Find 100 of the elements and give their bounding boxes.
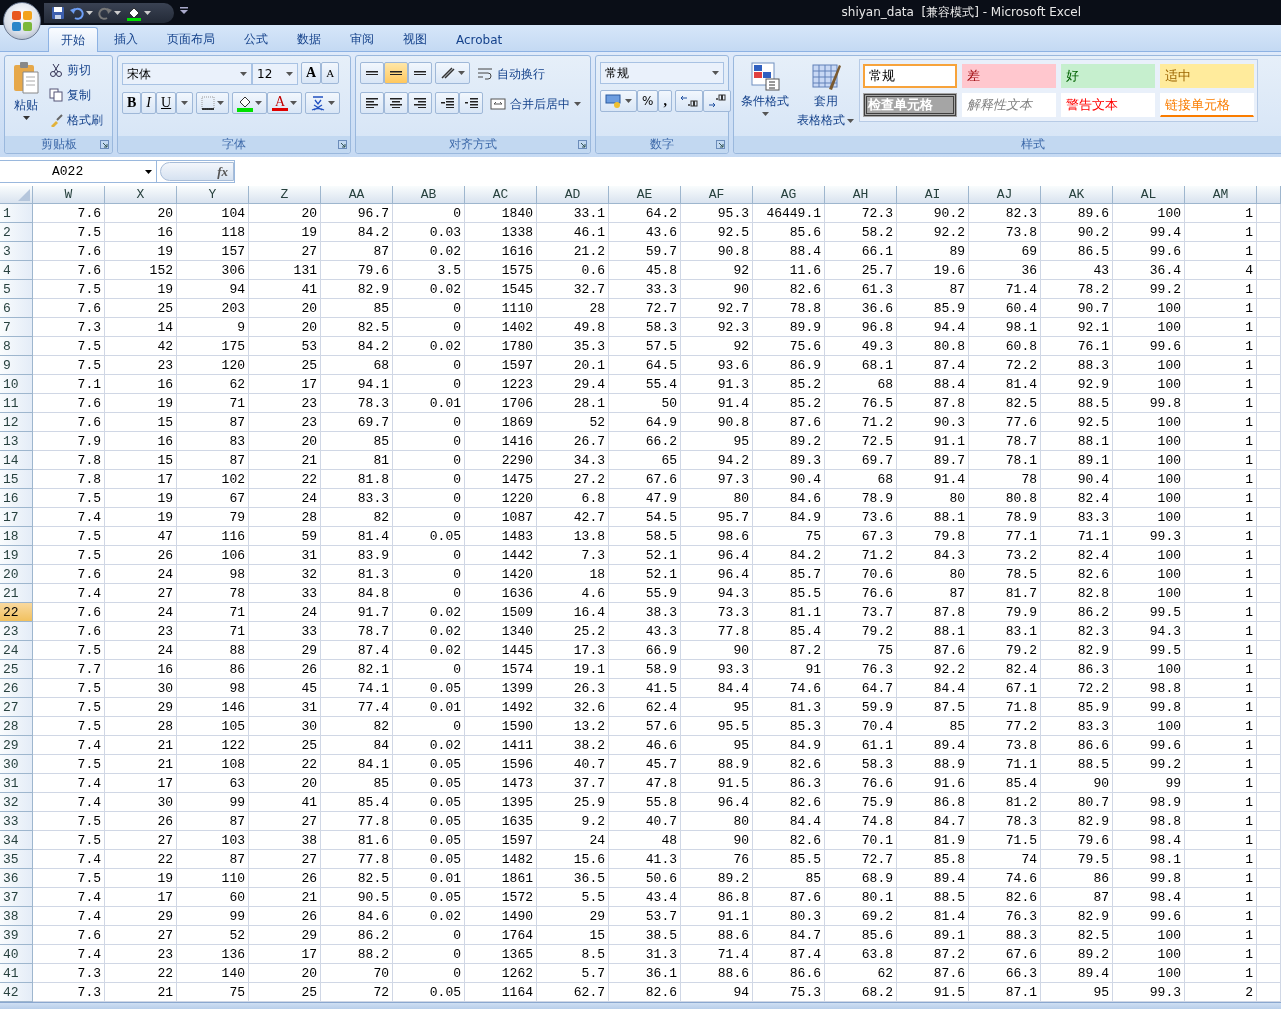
percent-button[interactable]: %	[637, 90, 659, 112]
row-header[interactable]: 24	[0, 641, 33, 660]
wrap-text-button[interactable]: 自动换行	[475, 63, 547, 85]
row-header[interactable]: 20	[0, 565, 33, 584]
column-header[interactable]: AJ	[969, 186, 1041, 204]
row-header[interactable]: 9	[0, 356, 33, 375]
row-header[interactable]: 36	[0, 869, 33, 888]
row-header[interactable]: 29	[0, 736, 33, 755]
cell-style-item[interactable]: 警告文本	[1061, 93, 1155, 117]
row-header[interactable]: 34	[0, 831, 33, 850]
row-header[interactable]: 40	[0, 945, 33, 964]
conditional-format-button[interactable]: 条件格式	[738, 59, 792, 133]
borders-button[interactable]	[196, 92, 230, 114]
format-button[interactable]: B	[122, 92, 142, 114]
undo-button[interactable]	[69, 6, 94, 20]
ribbon-tab[interactable]: 公式	[231, 27, 281, 51]
column-header[interactable]: AM	[1185, 186, 1257, 204]
merge-center-button[interactable]: 合并后居中	[488, 93, 583, 115]
format-button[interactable]: I	[141, 92, 156, 114]
dropdown-button[interactable]	[176, 92, 194, 114]
row-header[interactable]: 19	[0, 546, 33, 565]
row-header[interactable]: 15	[0, 470, 33, 489]
decrease-indent-button[interactable]	[435, 92, 459, 114]
row-header[interactable]: 5	[0, 280, 33, 299]
column-header[interactable]: AI	[897, 186, 969, 204]
font-name-field[interactable]: 宋体	[122, 63, 252, 85]
font-size-field[interactable]: 12	[252, 63, 298, 85]
currency-button[interactable]	[600, 90, 637, 112]
row-header[interactable]: 30	[0, 755, 33, 774]
align-right-button[interactable]	[408, 92, 432, 114]
align-top-button[interactable]	[360, 62, 384, 84]
row-header[interactable]: 41	[0, 964, 33, 983]
customize-toolbar-button[interactable]	[180, 7, 188, 15]
row-header[interactable]: 17	[0, 508, 33, 527]
row-header[interactable]: 31	[0, 774, 33, 793]
row-header[interactable]: 3	[0, 242, 33, 261]
row-header[interactable]: 39	[0, 926, 33, 945]
row-header[interactable]: 21	[0, 584, 33, 603]
row-header[interactable]: 13	[0, 432, 33, 451]
ribbon-tab[interactable]: 开始	[48, 27, 98, 52]
row-header[interactable]: 8	[0, 337, 33, 356]
align-bottom-button[interactable]	[408, 62, 432, 84]
row-header[interactable]: 6	[0, 299, 33, 318]
ribbon-tab[interactable]: 视图	[390, 27, 440, 51]
row-header[interactable]: 28	[0, 717, 33, 736]
name-box[interactable]: A022	[0, 161, 157, 182]
table-format-button[interactable]: 套用 表格格式	[794, 59, 857, 133]
row-header[interactable]: 22	[0, 603, 33, 622]
cell-style-item[interactable]: 适中	[1160, 64, 1254, 88]
row-header[interactable]: 33	[0, 812, 33, 831]
insert-function-button[interactable]: fx	[160, 162, 234, 181]
row-header[interactable]: 26	[0, 679, 33, 698]
column-header[interactable]: AD	[537, 186, 609, 204]
column-header[interactable]: AC	[465, 186, 537, 204]
row-header[interactable]: 7	[0, 318, 33, 337]
row-header[interactable]: 38	[0, 907, 33, 926]
column-header[interactable]: AB	[393, 186, 465, 204]
column-header[interactable]: AH	[825, 186, 897, 204]
column-header[interactable]: AG	[753, 186, 825, 204]
ribbon-tab[interactable]: Acrobat	[443, 27, 516, 51]
cell-style-item[interactable]: 常规	[863, 64, 957, 88]
row-header[interactable]: 4	[0, 261, 33, 280]
ribbon-tab[interactable]: 插入	[101, 27, 151, 51]
comma-button[interactable]: ,	[658, 90, 672, 112]
redo-button[interactable]	[97, 6, 122, 20]
row-header[interactable]: 42	[0, 983, 33, 1002]
column-header[interactable]: AK	[1041, 186, 1113, 204]
column-header[interactable]: W	[33, 186, 105, 204]
column-header[interactable]: AE	[609, 186, 681, 204]
row-header[interactable]: 14	[0, 451, 33, 470]
row-header[interactable]: 18	[0, 527, 33, 546]
fill-color-button[interactable]	[232, 92, 268, 114]
cell-style-item[interactable]: 好	[1061, 64, 1155, 88]
increase-indent-button[interactable]	[459, 92, 483, 114]
row-header[interactable]: 35	[0, 850, 33, 869]
row-header[interactable]: 16	[0, 489, 33, 508]
clipboard-item[interactable]: 剪切	[47, 59, 105, 81]
align-middle-button[interactable]	[384, 62, 408, 84]
column-header[interactable]: AL	[1113, 186, 1185, 204]
orientation-button[interactable]	[435, 62, 470, 84]
phonetic-button[interactable]	[305, 92, 341, 114]
column-header[interactable]: X	[105, 186, 177, 204]
row-header[interactable]: 1	[0, 204, 33, 223]
grow-font-button[interactable]: A	[301, 62, 322, 84]
row-header[interactable]: 23	[0, 622, 33, 641]
fill-button[interactable]	[125, 5, 152, 21]
decrease-decimal-button[interactable]	[702, 90, 731, 112]
font-color-button[interactable]: A	[267, 92, 303, 114]
cell-style-item[interactable]: 差	[962, 64, 1056, 88]
column-header[interactable]: AF	[681, 186, 753, 204]
save-button[interactable]	[50, 6, 66, 20]
row-header[interactable]: 27	[0, 698, 33, 717]
format-button[interactable]: U	[156, 92, 177, 114]
row-header[interactable]: 37	[0, 888, 33, 907]
formula-input[interactable]	[234, 160, 1281, 183]
row-header[interactable]: 2	[0, 223, 33, 242]
paste-button[interactable]: 粘贴	[9, 59, 43, 133]
shrink-font-button[interactable]: A	[321, 62, 340, 84]
ribbon-tab[interactable]: 审阅	[337, 27, 387, 51]
align-center-button[interactable]	[384, 92, 408, 114]
